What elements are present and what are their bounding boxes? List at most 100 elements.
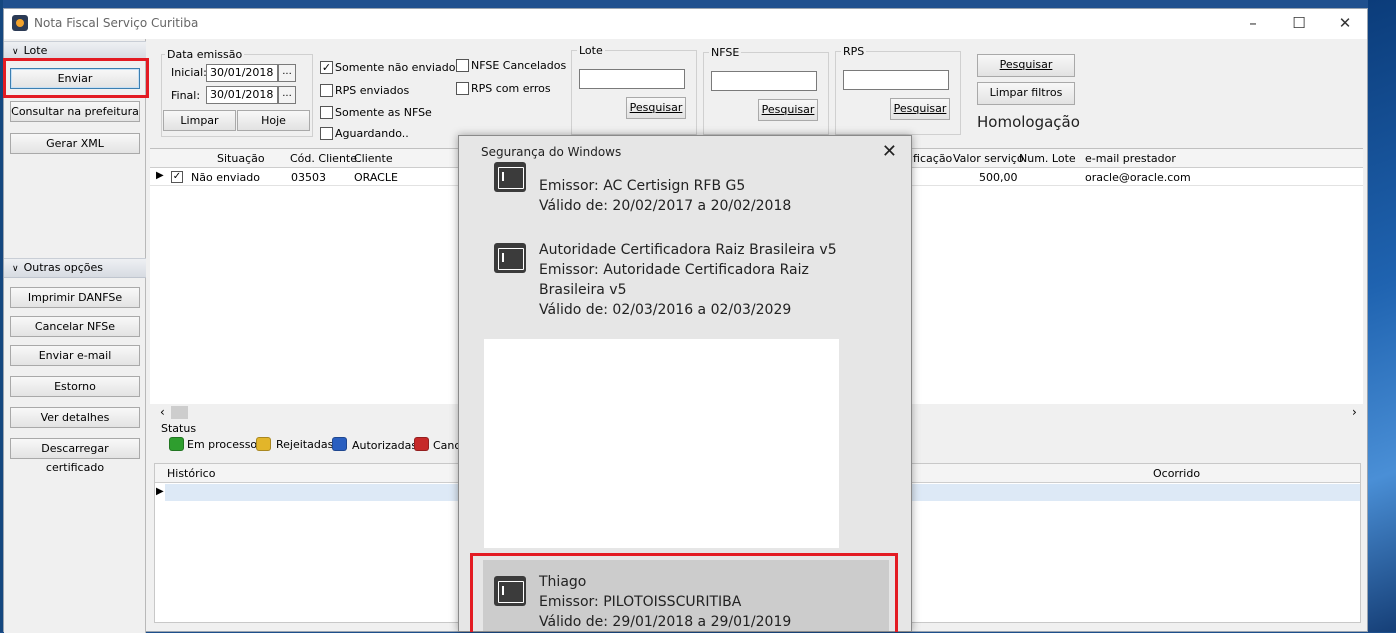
rps-enviados-checkbox[interactable] bbox=[320, 84, 333, 97]
dialog-close-button[interactable]: ✕ bbox=[882, 141, 897, 162]
desktop-background bbox=[0, 0, 1396, 8]
rps-group bbox=[835, 51, 961, 135]
certificate-icon bbox=[494, 162, 526, 192]
limpar-filtros-button[interactable]: Limpar filtros bbox=[977, 82, 1075, 105]
enviar-email-button[interactable]: Enviar e-mail bbox=[10, 345, 140, 366]
consultar-prefeitura-button[interactable]: Consultar na prefeitura bbox=[10, 101, 140, 122]
col-situacao[interactable]: Situação bbox=[217, 152, 265, 165]
somente-nfse-checkbox[interactable] bbox=[320, 106, 333, 119]
col-cod-cliente[interactable]: Cód. Cliente bbox=[290, 152, 357, 165]
close-button[interactable]: ✕ bbox=[1322, 9, 1368, 39]
col-historico[interactable]: Histórico bbox=[167, 467, 215, 480]
lote-group bbox=[571, 50, 697, 135]
inicial-label: Inicial: bbox=[171, 66, 207, 79]
cell-valor: 500,00 bbox=[979, 171, 1018, 184]
rps-com-erros-checkbox[interactable] bbox=[456, 82, 469, 95]
nfse-cancelados-label: NFSE Cancelados bbox=[471, 59, 567, 72]
pesquisar-button[interactable]: Pesquisar bbox=[977, 54, 1075, 77]
nfse-input[interactable] bbox=[711, 71, 817, 91]
pesquisar-rps-button[interactable]: Pesquisar bbox=[890, 98, 950, 120]
outras-opcoes-header[interactable]: ∨ Outras opções bbox=[4, 258, 146, 278]
autorizadas-swatch bbox=[332, 437, 347, 451]
pesquisar-nfse-button[interactable]: Pesquisar bbox=[758, 99, 818, 121]
col-valor-servico[interactable]: Valor serviço bbox=[953, 152, 1024, 165]
row-select-checkbox[interactable]: ✓ bbox=[171, 171, 183, 183]
estorno-button[interactable]: Estorno bbox=[10, 376, 140, 397]
ver-detalhes-button[interactable]: Ver detalhes bbox=[10, 407, 140, 428]
desktop-wallpaper bbox=[1368, 0, 1396, 632]
rejeitadas-label: Rejeitadas bbox=[276, 438, 334, 451]
data-final-picker-button[interactable]: ... bbox=[278, 86, 296, 104]
canceladas-swatch bbox=[414, 437, 429, 451]
data-inicial-picker-button[interactable]: ... bbox=[278, 64, 296, 82]
somente-nao-enviados-label: Somente não enviados bbox=[335, 61, 462, 74]
col-num-lote[interactable]: Num. Lote bbox=[1019, 152, 1076, 165]
col-ocorrido[interactable]: Ocorrido bbox=[1153, 467, 1200, 480]
cell-cliente: ORACLE bbox=[354, 171, 398, 184]
cell-situacao: Não enviado bbox=[191, 171, 260, 184]
minimize-button[interactable]: – bbox=[1230, 9, 1276, 39]
aguardando-checkbox[interactable] bbox=[320, 127, 333, 140]
chevron-down-icon: ∨ bbox=[12, 47, 19, 57]
sidebar: ∨ Lote Enviar Consultar na prefeitura Ger… bbox=[4, 39, 146, 633]
maximize-button[interactable]: ☐ bbox=[1276, 9, 1322, 39]
status-label: Status bbox=[161, 422, 197, 435]
nfse-label: NFSE bbox=[709, 46, 742, 59]
lote-label: Lote bbox=[577, 44, 605, 57]
final-label: Final: bbox=[171, 89, 201, 102]
dialog-title: Segurança do Windows bbox=[481, 145, 622, 159]
pesquisar-lote-button[interactable]: Pesquisar bbox=[626, 97, 686, 119]
hoje-button[interactable]: Hoje bbox=[237, 110, 310, 131]
certificate-list-blank-area bbox=[484, 339, 839, 548]
rejeitadas-swatch bbox=[256, 437, 271, 451]
em-processo-swatch bbox=[169, 437, 184, 451]
gerar-xml-button[interactable]: Gerar XML bbox=[10, 133, 140, 154]
pesquisar-label: Pesquisar bbox=[999, 58, 1053, 71]
nfse-cancelados-checkbox[interactable] bbox=[456, 59, 469, 72]
data-emissao-label: Data emissão bbox=[165, 48, 245, 61]
highlight-selected-certificate bbox=[470, 553, 898, 632]
scroll-right-icon[interactable]: › bbox=[1352, 405, 1357, 419]
rps-input[interactable] bbox=[843, 70, 949, 90]
somente-nao-enviados-checkbox[interactable]: ✓ bbox=[320, 61, 333, 74]
cert-issuer-cont: Brasileira v5 bbox=[539, 282, 627, 298]
data-final-input[interactable]: 30/01/2018 bbox=[206, 86, 278, 104]
lote-input[interactable] bbox=[579, 69, 685, 89]
aguardando-label: Aguardando.. bbox=[335, 127, 409, 140]
title-bar: Nota Fiscal Serviço Curitiba – ☐ ✕ bbox=[4, 9, 1367, 39]
pesquisar-rps-label: Pesquisar bbox=[893, 102, 947, 115]
certificate-icon bbox=[494, 243, 526, 273]
cert-issuer: Emissor: AC Certisign RFB G5 bbox=[539, 178, 746, 194]
rps-label: RPS bbox=[841, 45, 867, 58]
window-title: Nota Fiscal Serviço Curitiba bbox=[34, 16, 199, 30]
data-inicial-input[interactable]: 30/01/2018 bbox=[206, 64, 278, 82]
cell-cod-cliente: 03503 bbox=[291, 171, 326, 184]
em-processo-label: Em processo bbox=[187, 438, 258, 451]
somente-nfse-label: Somente as NFSe bbox=[335, 106, 432, 119]
col-identificacao[interactable]: ificação bbox=[910, 152, 952, 165]
chevron-down-icon: ∨ bbox=[12, 264, 19, 274]
imprimir-danfse-button[interactable]: Imprimir DANFSe bbox=[10, 287, 140, 308]
col-cliente[interactable]: Cliente bbox=[354, 152, 393, 165]
outras-header-label: Outras opções bbox=[23, 261, 104, 274]
rps-com-erros-label: RPS com erros bbox=[471, 82, 551, 95]
descarregar-certificado-button[interactable]: Descarregar certificado bbox=[10, 438, 140, 474]
nfse-group bbox=[703, 52, 829, 135]
lote-header-label: Lote bbox=[23, 44, 48, 57]
scroll-thumb[interactable] bbox=[171, 406, 188, 419]
cert-validity: Válido de: 02/03/2016 a 02/03/2029 bbox=[539, 302, 792, 318]
autorizadas-label: Autorizadas bbox=[352, 439, 418, 452]
cert-subject: Autoridade Certificadora Raiz Brasileira… bbox=[539, 242, 837, 258]
row-pointer-icon: ▶ bbox=[156, 486, 164, 497]
cert-subject: CR COMERCIAL LTDA ME:05605250000119 bbox=[539, 158, 839, 174]
rps-enviados-label: RPS enviados bbox=[335, 84, 410, 97]
col-email-prestador[interactable]: e-mail prestador bbox=[1085, 152, 1176, 165]
cancelar-nfse-button[interactable]: Cancelar NFSe bbox=[10, 316, 140, 337]
cert-validity: Válido de: 20/02/2017 a 20/02/2018 bbox=[539, 198, 792, 214]
limpar-button[interactable]: Limpar bbox=[163, 110, 236, 131]
cell-email: oracle@oracle.com bbox=[1085, 171, 1191, 184]
row-pointer-icon: ▶ bbox=[156, 170, 164, 181]
cert-issuer: Emissor: Autoridade Certificadora Raiz bbox=[539, 262, 809, 278]
scroll-left-icon[interactable]: ‹ bbox=[160, 405, 165, 419]
ambiente-label: Homologação bbox=[977, 113, 1080, 131]
